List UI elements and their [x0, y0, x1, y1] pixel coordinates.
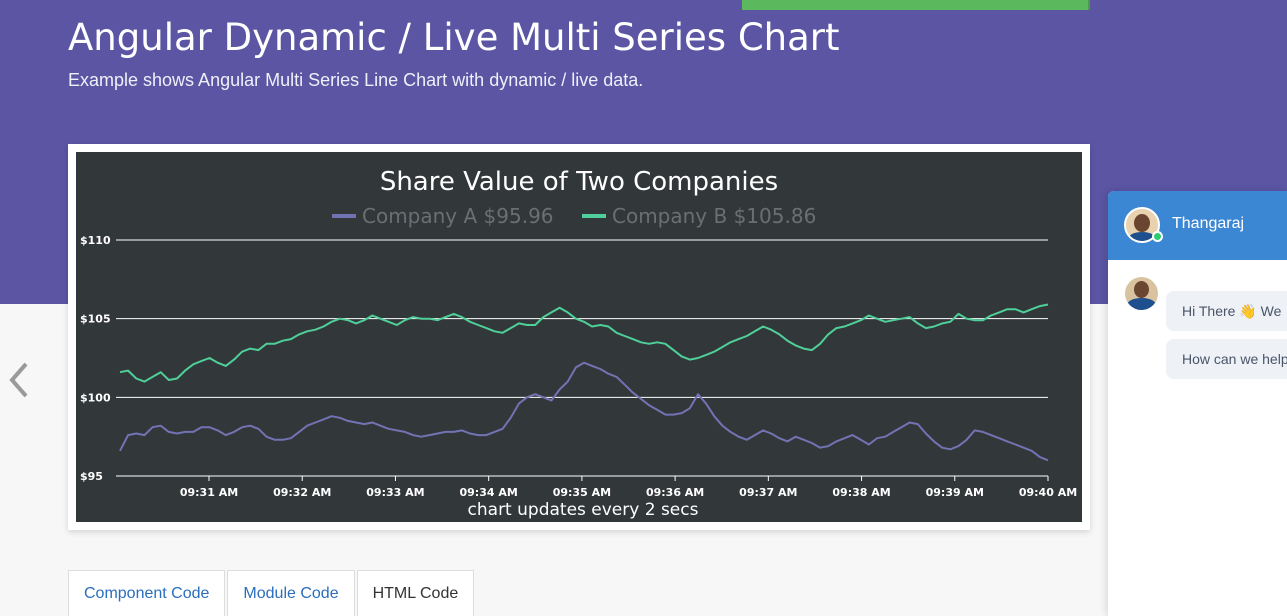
- x-tick-label: 09:32 AM: [273, 486, 331, 499]
- chat-header[interactable]: Thangaraj: [1108, 191, 1287, 260]
- series-line-company-a: [119, 361, 1049, 462]
- x-tick-label: 09:31 AM: [180, 486, 238, 499]
- tab-html-code[interactable]: HTML Code: [356, 570, 475, 616]
- legend-item[interactable]: Company B $105.86: [612, 204, 816, 228]
- page-title: Angular Dynamic / Live Multi Series Char…: [68, 16, 840, 59]
- x-tick-label: 09:35 AM: [553, 486, 611, 499]
- chart-container: $95 $100 $105 $110 09:31 AM 09:32 AM 09:33 AM…: [76, 152, 1082, 522]
- x-tick-label: 09:34 AM: [460, 486, 518, 499]
- chat-agent-name: Thangaraj: [1172, 215, 1245, 232]
- x-tick-label: 09:36 AM: [646, 486, 704, 499]
- code-tabs: Component Code Module Code HTML Code: [68, 570, 476, 616]
- tab-component-code[interactable]: Component Code: [68, 570, 226, 616]
- line-chart: $95 $100 $105 $110 09:31 AM 09:32 AM 09:33 AM…: [80, 167, 1077, 520]
- x-tick-label: 09:37 AM: [739, 486, 797, 499]
- hero-action-button[interactable]: [742, 0, 1090, 10]
- page-subtitle: Example shows Angular Multi Series Line …: [68, 70, 644, 90]
- chat-widget: Thangaraj Hi There 👋 We How can we help: [1108, 191, 1287, 616]
- chat-message: Hi There 👋 We: [1166, 291, 1287, 331]
- y-tick-label: $105: [80, 313, 111, 326]
- y-tick-label: $100: [80, 391, 111, 404]
- tab-module-code[interactable]: Module Code: [227, 570, 355, 616]
- x-tick-label: 09:38 AM: [832, 486, 890, 499]
- online-status-icon: [1152, 231, 1163, 242]
- chart-footer: chart updates every 2 secs: [468, 500, 699, 520]
- chart-card: $95 $100 $105 $110 09:31 AM 09:32 AM 09:33 AM…: [68, 144, 1090, 530]
- message-avatar: [1125, 277, 1158, 310]
- y-tick-label: $95: [80, 470, 103, 483]
- y-tick-label: $110: [80, 234, 111, 247]
- series-line-company-b: [119, 303, 1049, 383]
- legend-item[interactable]: Company A $95.96: [362, 204, 554, 228]
- chart-title: Share Value of Two Companies: [380, 167, 778, 197]
- x-tick-label: 09:40 AM: [1019, 486, 1077, 499]
- x-tick-label: 09:33 AM: [366, 486, 424, 499]
- x-tick-label: 09:39 AM: [926, 486, 984, 499]
- chat-message: How can we help: [1166, 339, 1287, 379]
- chevron-left-icon[interactable]: [4, 360, 34, 400]
